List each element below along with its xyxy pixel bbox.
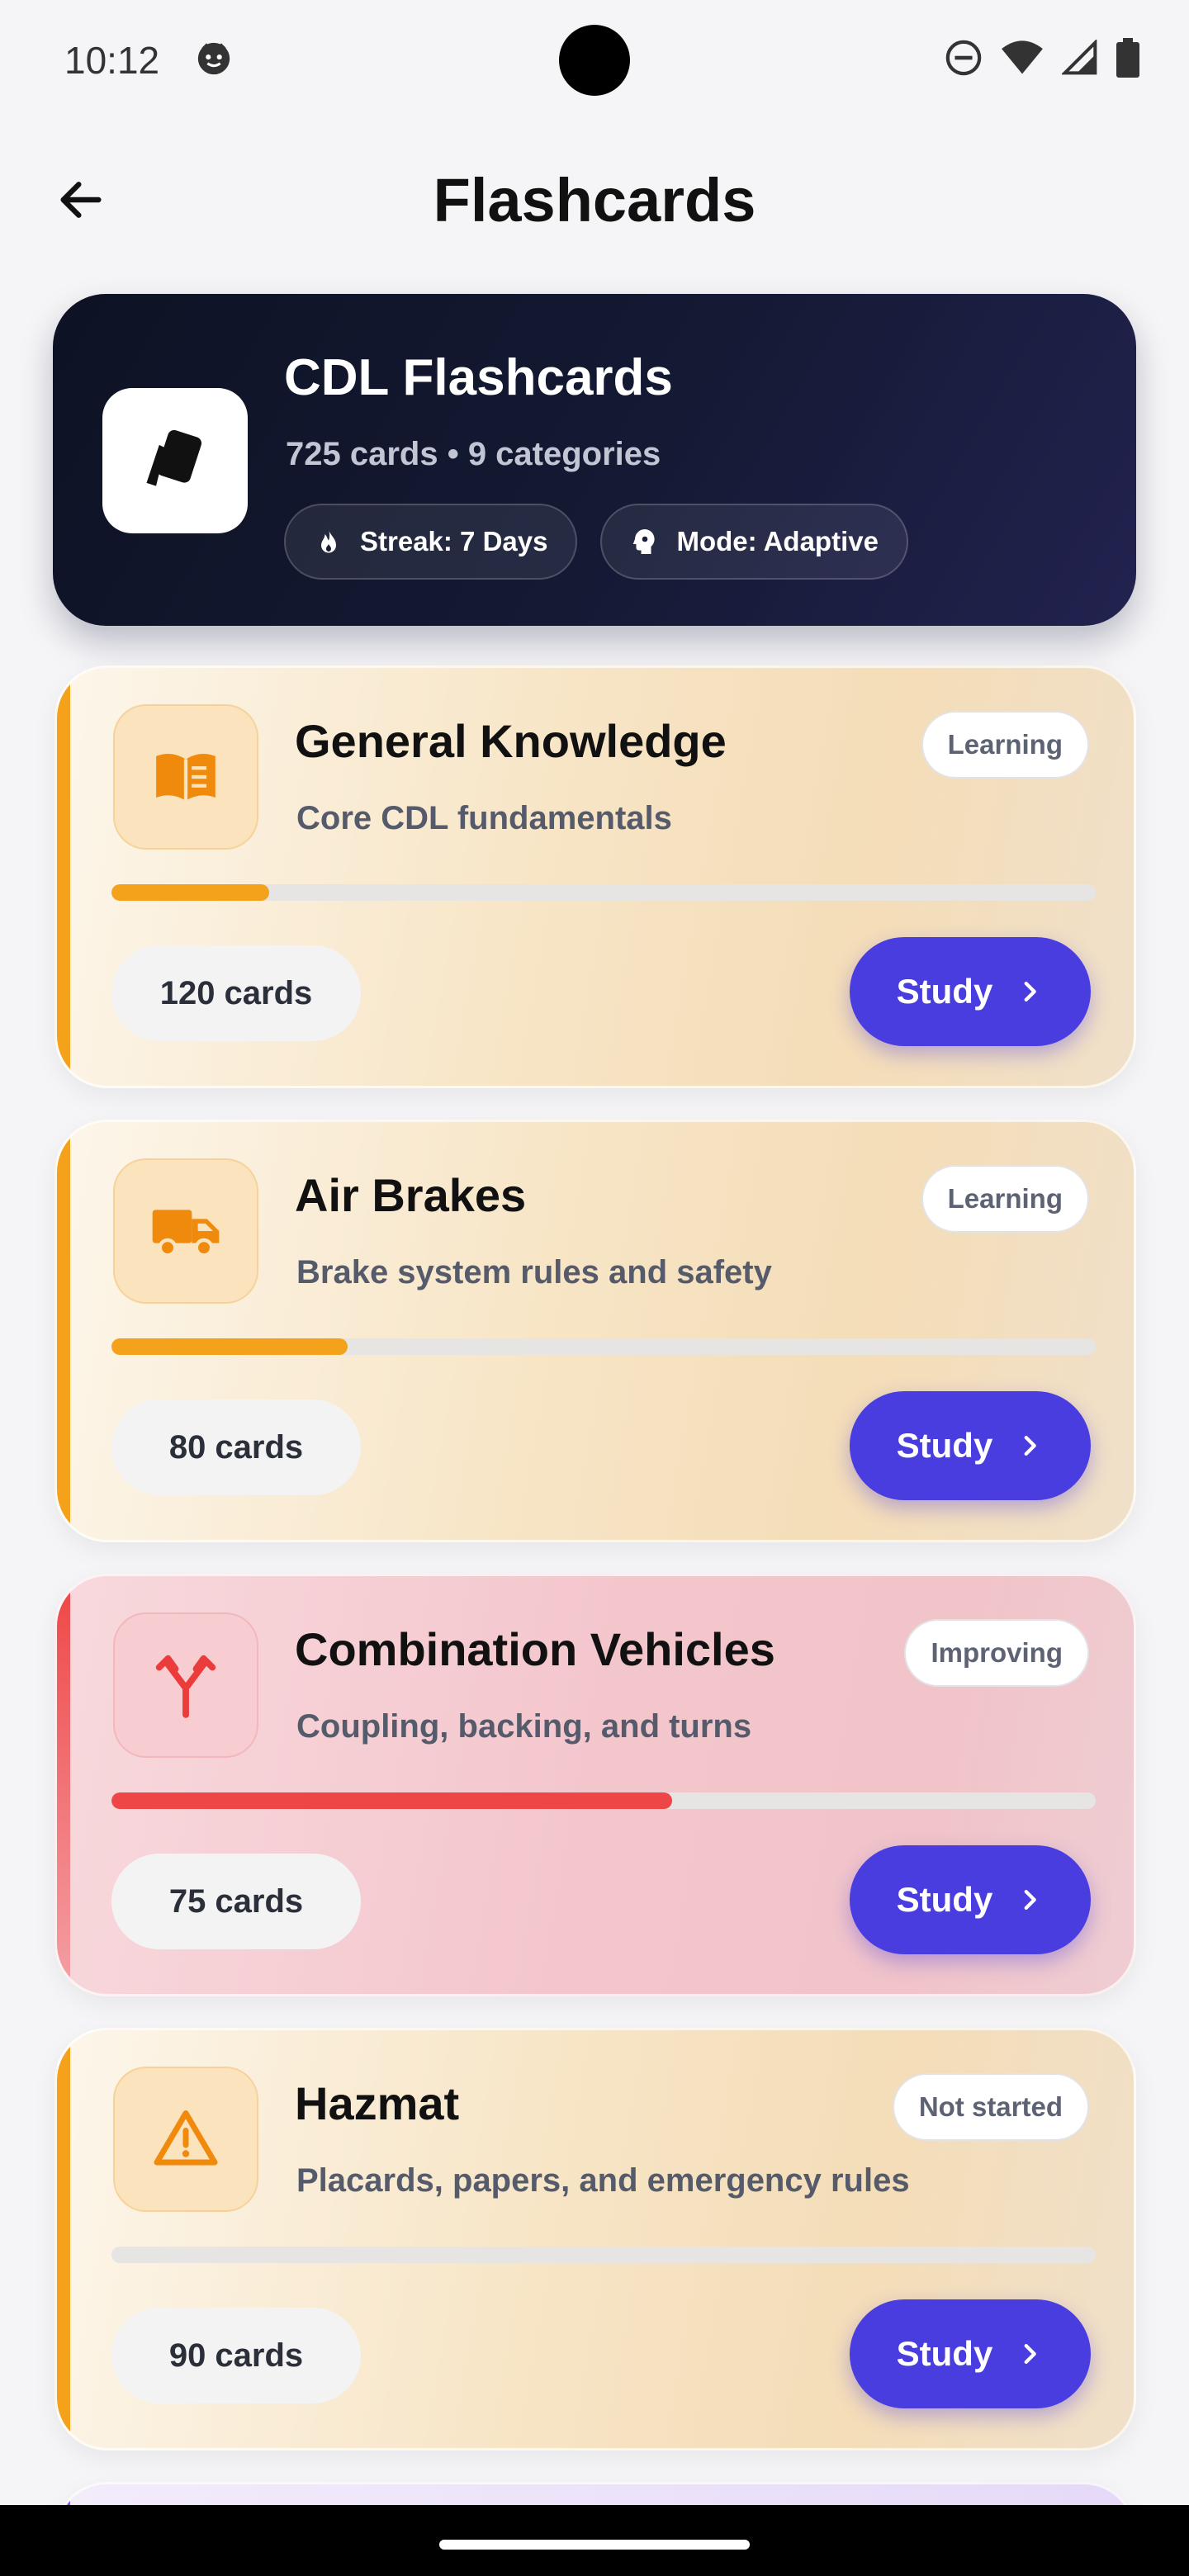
mode-chip: Mode: Adaptive (600, 504, 908, 580)
status-badge: Improving (904, 1619, 1089, 1687)
study-button[interactable]: Study (850, 1391, 1091, 1500)
card-count: 75 cards (111, 1854, 361, 1949)
category-icon-box (113, 1158, 258, 1304)
hero-title: CDL Flashcards (284, 349, 673, 406)
status-icons (945, 38, 1139, 78)
study-button-label: Study (896, 972, 993, 1011)
category-accent (57, 2030, 70, 2448)
truck-icon (152, 1210, 220, 1257)
study-button[interactable]: Study (850, 937, 1091, 1046)
wifi-icon (1002, 40, 1043, 74)
category-subtitle: Core CDL fundamentals (296, 800, 672, 836)
dnd-icon (945, 40, 982, 76)
hero-chips: Streak: 7 Days Mode: Adaptive (284, 504, 908, 580)
system-nav-bar (0, 2505, 1189, 2576)
category-icon-box (113, 704, 258, 850)
study-button-label: Study (896, 1426, 993, 1465)
category-title: Hazmat (295, 2077, 460, 2129)
progress-bar (111, 1338, 1096, 1355)
mode-chip-label: Mode: Adaptive (676, 526, 879, 556)
category-accent (57, 1122, 70, 1540)
camera-cutout (559, 25, 630, 96)
app-notification-icon (197, 42, 230, 75)
battery-icon (1116, 38, 1139, 78)
card-count: 120 cards (111, 945, 361, 1041)
chevron-right-icon (1024, 2343, 1037, 2365)
app-bar: Flashcards (0, 149, 1189, 248)
progress-fill (111, 1338, 348, 1355)
category-subtitle: Coupling, backing, and turns (296, 1708, 752, 1745)
streak-chip-label: Streak: 7 Days (360, 526, 548, 556)
cards-icon (146, 429, 202, 486)
study-button[interactable]: Study (850, 2299, 1091, 2408)
study-button-label: Study (896, 1880, 993, 1919)
progress-fill (111, 1792, 673, 1809)
category-card-hazmat[interactable]: Hazmat Placards, papers, and emergency r… (54, 2028, 1136, 2451)
hero-subtitle: 725 cards • 9 categories (286, 436, 661, 472)
brain-icon (633, 529, 656, 554)
chevron-right-icon (1024, 1435, 1037, 1456)
category-card-combination-vehicles[interactable]: Combination Vehicles Coupling, backing, … (54, 1574, 1136, 1996)
study-button[interactable]: Study (850, 1845, 1091, 1954)
merge-arrows-icon (155, 1655, 216, 1718)
status-time: 10:12 (64, 39, 160, 82)
chevron-right-icon (1024, 1889, 1037, 1911)
category-card-air-brakes[interactable]: Air Brakes Brake system rules and safety… (54, 1120, 1136, 1542)
hero-icon-box (102, 388, 248, 533)
card-count: 90 cards (111, 2308, 361, 2403)
category-accent (57, 668, 70, 1086)
category-title: Combination Vehicles (295, 1623, 775, 1675)
home-gesture-handle[interactable] (439, 2540, 750, 2550)
progress-fill (111, 884, 269, 901)
streak-chip: Streak: 7 Days (284, 504, 578, 580)
category-accent (57, 1576, 70, 1994)
category-icon-box (113, 1612, 258, 1758)
category-subtitle: Brake system rules and safety (296, 1254, 772, 1290)
warning-icon (154, 2110, 218, 2166)
card-count: 80 cards (111, 1399, 361, 1495)
flame-icon (321, 529, 336, 553)
page-title: Flashcards (433, 166, 756, 234)
progress-bar (111, 884, 1096, 901)
study-button-label: Study (896, 2334, 993, 2373)
category-title: General Knowledge (295, 715, 727, 767)
status-badge: Learning (921, 1165, 1089, 1233)
status-bar: 10:12 (0, 0, 1189, 124)
chevron-right-icon (1024, 981, 1037, 1002)
status-badge: Learning (921, 711, 1089, 779)
signal-icon (1062, 40, 1097, 75)
status-badge: Not started (892, 2073, 1089, 2141)
hero-card: CDL Flashcards 725 cards • 9 categories … (53, 294, 1136, 626)
category-title: Air Brakes (295, 1169, 527, 1221)
category-card-general-knowledge[interactable]: General Knowledge Core CDL fundamentals … (54, 665, 1136, 1088)
book-icon (156, 754, 216, 801)
category-icon-box (113, 2067, 258, 2212)
progress-bar (111, 1792, 1096, 1809)
progress-bar (111, 2247, 1096, 2263)
category-subtitle: Placards, papers, and emergency rules (296, 2162, 910, 2199)
